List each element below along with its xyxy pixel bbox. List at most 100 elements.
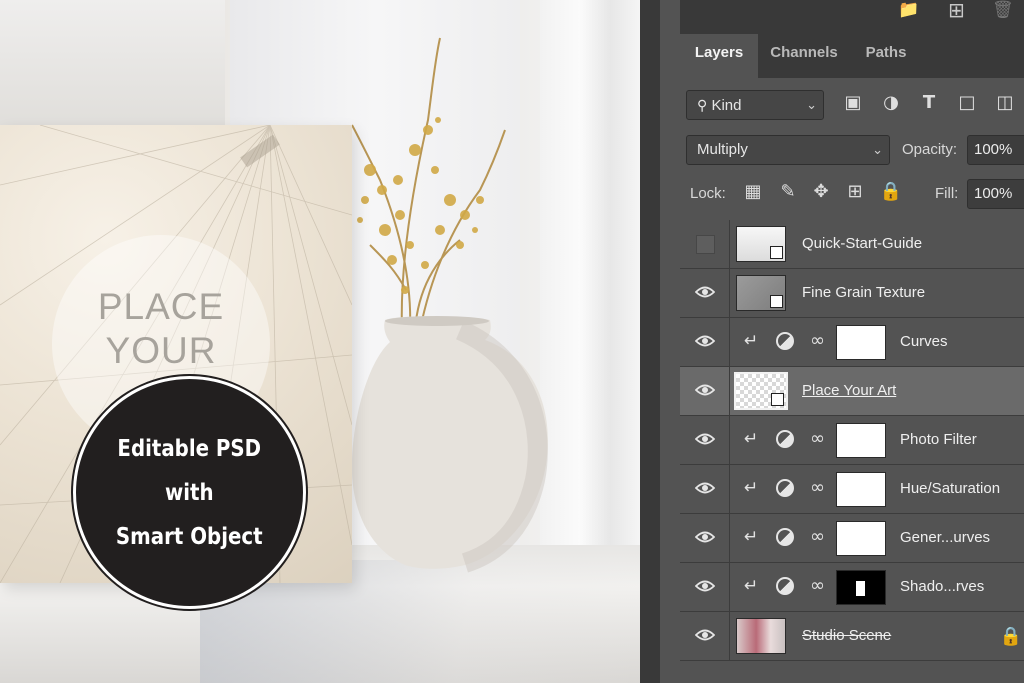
visibility-toggle[interactable] [680, 367, 730, 415]
lock-position-icon[interactable]: ✥ [808, 181, 834, 202]
adjustment-layer-icon [776, 528, 794, 546]
lock-all-icon[interactable]: 🔒 [878, 181, 904, 202]
filter-kind-label: Kind [711, 97, 742, 114]
lock-artboard-icon[interactable]: ⊞ [842, 181, 868, 202]
eye-icon [695, 482, 715, 494]
link-chain-icon[interactable]: ∞ [810, 526, 825, 547]
layer-row-fine-grain-texture[interactable]: Fine Grain Texture [680, 269, 1024, 318]
layer-mask-thumbnail[interactable] [836, 570, 886, 605]
lock-label: Lock: [690, 185, 726, 202]
new-layer-icon[interactable]: ⊞ [948, 0, 965, 22]
chevron-down-icon: ⌄ [872, 142, 883, 157]
filter-row: ⚲ Kind ⌄ ▣ ◑ T □ ◫ ● [686, 90, 1024, 120]
clipping-mask-arrow-icon: ↵ [744, 576, 759, 596]
visibility-toggle[interactable] [680, 514, 730, 562]
badge-line-2: with [165, 479, 214, 506]
mockup-scene: PLACE YOUR Editable PSD with Smart Objec… [0, 0, 640, 683]
vase-with-dried-flowers [340, 30, 570, 580]
layer-mask-thumbnail[interactable] [836, 521, 886, 556]
clipping-mask-arrow-icon: ↵ [744, 331, 759, 351]
visibility-toggle[interactable] [680, 318, 730, 366]
padlock-icon: 🔒 [999, 626, 1022, 647]
chevron-down-icon: ⌄ [806, 97, 817, 112]
search-icon: ⚲ [697, 97, 708, 113]
layers-panel: 📁 ⊞ 🗑 Layers Channels Paths ≡ ⚲ Kind ⌄ ▣… [640, 0, 1024, 683]
opacity-value: 100% [974, 141, 1013, 158]
fill-field[interactable]: 100% ⌄ [967, 179, 1024, 209]
visibility-toggle[interactable] [680, 220, 730, 268]
shape-filter-icon[interactable]: □ [954, 92, 980, 113]
visibility-toggle[interactable] [680, 465, 730, 513]
panel-tabs: Layers Channels Paths ≡ [680, 34, 1024, 78]
adjustment-layer-icon [776, 332, 794, 350]
layer-name: Studio Scene [802, 627, 892, 644]
layer-row-place-your-art[interactable]: Place Your Art [680, 367, 1024, 416]
layer-row-studio-scene[interactable]: Studio Scene 🔒 [680, 612, 1024, 661]
lock-transparent-pixels-icon[interactable]: ▦ [740, 181, 766, 202]
trash-icon[interactable]: 🗑 [992, 0, 1014, 20]
link-chain-icon[interactable]: ∞ [810, 575, 825, 596]
image-thumbnail [736, 618, 786, 654]
layer-mask-thumbnail[interactable] [836, 423, 886, 458]
layer-name: Curves [900, 333, 948, 350]
layer-mask-thumbnail[interactable] [836, 325, 886, 360]
link-chain-icon[interactable]: ∞ [810, 330, 825, 351]
clipping-mask-arrow-icon: ↵ [744, 429, 759, 449]
tab-layers[interactable]: Layers [680, 34, 758, 78]
layer-name: Place Your Art [802, 382, 897, 399]
layer-row-hue-saturation[interactable]: ↵ ∞ Hue/Saturation [680, 465, 1024, 514]
layer-row-curves[interactable]: ↵ ∞ Curves [680, 318, 1024, 367]
folder-icon[interactable]: 📁 [898, 0, 919, 20]
layer-row-photo-filter[interactable]: ↵ ∞ Photo Filter [680, 416, 1024, 465]
adjustment-layer-icon [776, 577, 794, 595]
smart-object-thumbnail [734, 372, 788, 410]
visibility-toggle[interactable] [680, 563, 730, 611]
eye-icon [695, 580, 715, 592]
layer-mask-thumbnail[interactable] [836, 472, 886, 507]
layer-list: Quick-Start-Guide Fine Grain Texture ↵ ∞… [680, 220, 1024, 661]
visibility-toggle[interactable] [680, 269, 730, 317]
tab-paths[interactable]: Paths [850, 34, 922, 78]
image-filter-icon[interactable]: ▣ [840, 92, 866, 113]
layer-row-general-curves[interactable]: ↵ ∞ Gener...urves [680, 514, 1024, 563]
visibility-toggle[interactable] [680, 416, 730, 464]
place-line-2: YOUR [105, 330, 217, 371]
blend-row: Multiply ⌄ Opacity: 100% ⌄ [686, 135, 1024, 165]
lock-image-pixels-icon[interactable]: ✎ [775, 181, 801, 202]
badge-line-1: Editable PSD [117, 435, 262, 462]
visibility-toggle[interactable] [680, 612, 730, 660]
link-chain-icon[interactable]: ∞ [810, 477, 825, 498]
eye-icon [695, 335, 715, 347]
eye-icon [695, 384, 715, 396]
place-line-1: PLACE [97, 286, 225, 327]
layer-name: Photo Filter [900, 431, 977, 448]
opacity-field[interactable]: 100% ⌄ [967, 135, 1024, 165]
fill-label: Fill: [935, 185, 959, 202]
lock-row: Lock: ▦ ✎ ✥ ⊞ 🔒 Fill: 100% ⌄ [686, 179, 1024, 209]
opacity-label: Opacity: [902, 141, 958, 158]
blend-mode-dropdown[interactable]: Multiply ⌄ [686, 135, 890, 165]
smart-object-thumbnail [736, 275, 786, 311]
editable-psd-badge: Editable PSD with Smart Object [71, 374, 308, 611]
tab-channels[interactable]: Channels [758, 34, 850, 78]
fill-value: 100% [974, 185, 1013, 202]
layer-name: Quick-Start-Guide [802, 235, 923, 252]
hidden-visibility-box [696, 235, 715, 254]
layer-name: Shado...rves [900, 578, 985, 595]
layer-row-shadow-curves[interactable]: ↵ ∞ Shado...rves [680, 563, 1024, 612]
type-filter-icon[interactable]: T [916, 92, 942, 113]
smart-object-filter-icon[interactable]: ◫ [992, 92, 1018, 113]
layer-name: Hue/Saturation [900, 480, 1001, 497]
eye-icon [695, 531, 715, 543]
place-your-text: PLACE YOUR [52, 285, 270, 373]
link-chain-icon[interactable]: ∞ [810, 428, 825, 449]
badge-line-3: Smart Object [116, 523, 263, 550]
clipping-mask-arrow-icon: ↵ [744, 527, 759, 547]
filter-kind-dropdown[interactable]: ⚲ Kind ⌄ [686, 90, 824, 120]
eye-icon [695, 433, 715, 445]
eye-icon [695, 629, 715, 641]
adjustment-layer-icon [776, 430, 794, 448]
layer-row-quick-start-guide[interactable]: Quick-Start-Guide [680, 220, 1024, 269]
adjustment-filter-icon[interactable]: ◑ [878, 92, 904, 113]
panel-top-bar: 📁 ⊞ 🗑 [680, 0, 1024, 34]
